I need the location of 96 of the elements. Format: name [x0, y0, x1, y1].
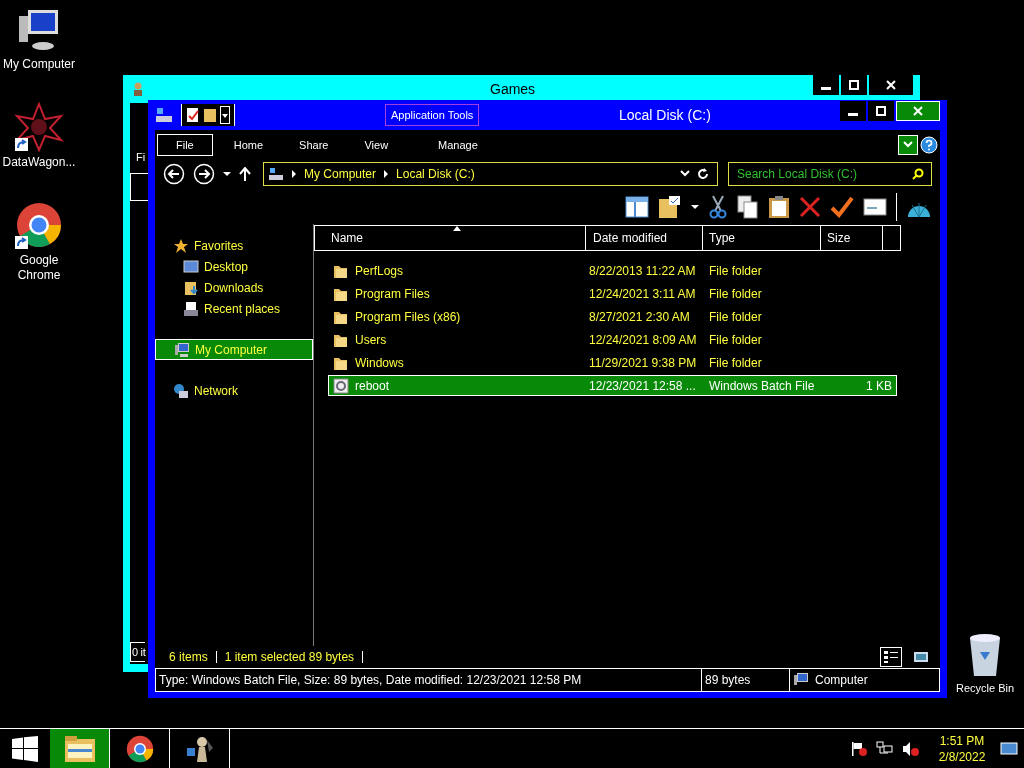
- contextual-tab-label: Application Tools: [385, 104, 480, 126]
- file-row[interactable]: reboot 12/23/2021 12:58 ... Windows Batch File 1 KB: [328, 375, 897, 396]
- clipboard-icon[interactable]: [768, 195, 790, 219]
- file-row[interactable]: Users 12/24/2021 8:09 AM File folder: [328, 329, 897, 350]
- breadcrumb-arrow-icon[interactable]: [291, 170, 297, 178]
- nav-item[interactable]: Network: [155, 381, 313, 400]
- nav-item[interactable]: Desktop: [155, 257, 313, 276]
- recycle-bin-icon[interactable]: [967, 632, 1003, 678]
- desktop-icon-label[interactable]: My Computer: [0, 57, 78, 72]
- delete-icon[interactable]: [799, 196, 821, 218]
- maximize-icon: [876, 106, 886, 116]
- computer-icon: [793, 672, 809, 688]
- flag-icon[interactable]: [850, 740, 868, 757]
- window-title: Local Disk (C:): [619, 107, 711, 123]
- window-title: Games: [490, 81, 536, 97]
- help-icon[interactable]: [920, 136, 938, 154]
- copy-icon[interactable]: [737, 195, 759, 219]
- muted-speaker-icon[interactable]: [902, 740, 920, 757]
- maximize-button[interactable]: [841, 75, 867, 95]
- checkmark-icon[interactable]: [830, 196, 854, 218]
- clock-time[interactable]: 1:51 PM: [939, 732, 985, 749]
- selection-info: 1 item selected 89 bytes: [224, 650, 355, 664]
- status-text: 0 it: [130, 642, 146, 662]
- file-row[interactable]: Program Files (x86) 8/27/2021 2:30 AM File folder: [328, 306, 897, 327]
- nav-item[interactable]: Downloads: [155, 278, 313, 297]
- download-folder-icon: [183, 279, 199, 296]
- monitor-icon: [183, 258, 199, 275]
- chevron-down-icon: [903, 141, 913, 149]
- file-size: 89 bytes: [702, 669, 790, 691]
- preview-pane-icon[interactable]: [625, 196, 649, 218]
- network-icon[interactable]: [876, 740, 894, 757]
- nav-item[interactable]: My Computer: [155, 339, 313, 360]
- details-view-button[interactable]: [880, 647, 902, 667]
- menu-item[interactable]: Fi: [136, 151, 146, 163]
- monitor-icon: [1000, 741, 1018, 756]
- chrome-icon[interactable]: [14, 200, 64, 250]
- history-caret-icon[interactable]: [223, 171, 231, 177]
- column-header[interactable]: Name: [315, 226, 586, 250]
- breadcrumb-arrow-icon[interactable]: [383, 170, 390, 178]
- image-icon: [914, 651, 928, 663]
- close-icon: [886, 80, 896, 90]
- star-burst-icon[interactable]: [14, 102, 64, 152]
- maximize-button[interactable]: [868, 101, 894, 121]
- caret-icon[interactable]: [691, 204, 699, 210]
- ribbon-tab[interactable]: View: [349, 134, 404, 156]
- item-count: 6 items: [169, 650, 208, 664]
- column-header[interactable]: Date modified: [586, 226, 703, 250]
- nav-item[interactable]: Recent places: [155, 299, 313, 318]
- desktop-icon-label[interactable]: Recycle Bin: [955, 681, 1015, 696]
- ribbon-tab[interactable]: Share: [284, 134, 344, 156]
- close-icon: [913, 106, 923, 116]
- clock-date[interactable]: 2/8/2022: [938, 748, 986, 765]
- expand-ribbon-button[interactable]: [898, 135, 918, 155]
- file-row[interactable]: Program Files 12/24/2021 3:11 AM File folder: [328, 283, 897, 304]
- customize-dropdown[interactable]: [220, 106, 230, 124]
- breadcrumb-item[interactable]: Local Disk (C:): [396, 167, 475, 181]
- file-row[interactable]: Windows 11/29/2021 9:38 PM File folder: [328, 352, 897, 373]
- minimize-icon: [821, 87, 831, 90]
- minimize-button[interactable]: [840, 101, 866, 121]
- search-icon[interactable]: [912, 168, 924, 180]
- forward-icon[interactable]: [193, 163, 215, 185]
- list-icon: [884, 651, 898, 663]
- column-header[interactable]: Size: [821, 226, 883, 250]
- ribbon-tab[interactable]: Manage: [423, 134, 493, 156]
- windows-logo-icon: [12, 735, 38, 762]
- minimize-icon: [848, 113, 858, 116]
- refresh-icon[interactable]: [697, 168, 709, 180]
- drive-icon: [268, 167, 284, 181]
- caret-icon: [222, 111, 228, 119]
- minimize-button[interactable]: [813, 75, 839, 95]
- recent-places-icon: [183, 300, 199, 317]
- search-field[interactable]: Search Local Disk (C:): [728, 162, 932, 186]
- network-icon: [173, 382, 189, 399]
- close-button[interactable]: [869, 75, 913, 95]
- ribbon-tab[interactable]: Home: [218, 134, 279, 156]
- chrome-icon: [124, 733, 155, 764]
- back-icon[interactable]: [163, 163, 185, 185]
- column-header[interactable]: Type: [703, 226, 821, 250]
- location-label: Computer: [815, 673, 868, 687]
- breadcrumb-item[interactable]: My Computer: [304, 167, 377, 181]
- maximize-icon: [849, 80, 859, 90]
- scissors-icon[interactable]: [708, 195, 728, 219]
- details-text: Type: Windows Batch File, Size: 89 bytes, Date modified: 12/23/2021 12:58 PM: [156, 669, 702, 691]
- desktop-icon-label[interactable]: DataWagon...: [0, 155, 78, 170]
- folder-check-icon[interactable]: [658, 195, 682, 219]
- properties-icon[interactable]: [186, 107, 200, 123]
- up-arrow-icon[interactable]: [239, 167, 251, 181]
- desktop-icon-label[interactable]: Google Chrome: [0, 253, 78, 283]
- address-bar[interactable]: My Computer Local Disk (C:): [263, 162, 718, 186]
- star-icon: [173, 237, 189, 254]
- drive-icon[interactable]: [155, 107, 173, 123]
- nav-item[interactable]: Favorites: [155, 236, 313, 255]
- dropdown-caret-icon[interactable]: [680, 170, 690, 178]
- computer-icon: [174, 341, 190, 358]
- file-row[interactable]: PerfLogs 8/22/2013 11:22 AM File folder: [328, 260, 897, 281]
- ribbon-tab[interactable]: File: [157, 134, 213, 156]
